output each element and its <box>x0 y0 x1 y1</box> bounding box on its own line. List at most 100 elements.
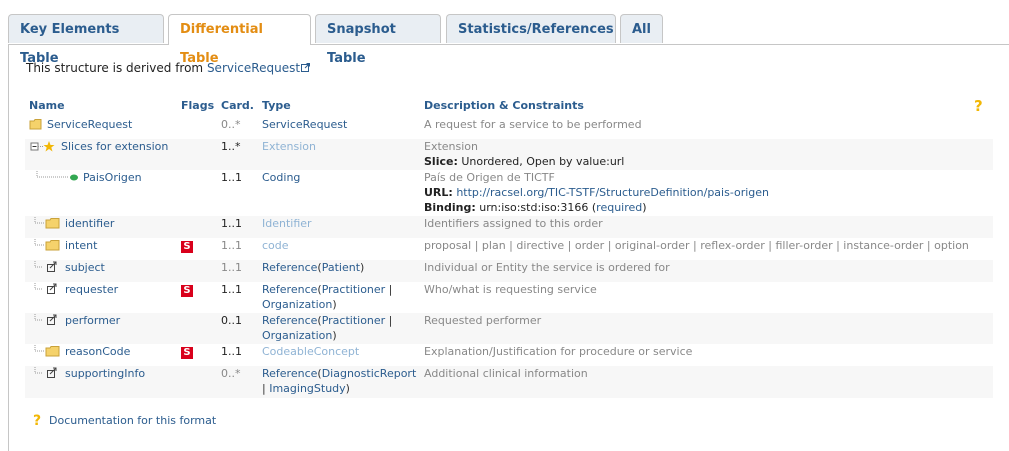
element-name[interactable]: ServiceRequest <box>47 118 132 131</box>
type-separator: | <box>385 283 393 296</box>
table-header: Name Flags Card. Type Description & Cons… <box>25 93 993 117</box>
table-row: PaisOrigen 1..1 Coding País de Origen de… <box>25 170 993 216</box>
derived-prefix: This structure is derived from <box>26 61 207 75</box>
folder-icon <box>34 239 60 251</box>
table-row: identifier 1..1 Identifier Identifiers a… <box>25 216 993 238</box>
differential-table: Name Flags Card. Type Description & Cons… <box>25 93 993 398</box>
element-name[interactable]: requester <box>65 283 118 296</box>
reference-icon <box>34 314 57 325</box>
type-link[interactable]: Extension <box>262 140 316 153</box>
type-cell: Reference(DiagnosticReport | ImagingStudy… <box>258 366 420 398</box>
element-name[interactable]: Slices for extension <box>61 140 168 153</box>
desc-short: País de Origen de TICTF <box>424 171 555 184</box>
type-target-link[interactable]: ImagingStudy <box>269 382 345 395</box>
card-cell: 1..1 <box>221 283 242 296</box>
type-target-link[interactable]: Practitioner <box>322 283 385 296</box>
svg-text:?: ? <box>974 98 983 113</box>
type-cell: Identifier <box>258 216 420 238</box>
description-cell: Explanation/Justification for procedure … <box>424 345 693 358</box>
table-row: supportingInfo 0..* Reference(Diagnostic… <box>25 366 993 398</box>
type-cell: Reference(Practitioner | Organization) <box>258 313 420 344</box>
description-cell: Additional clinical information <box>424 367 588 380</box>
element-name[interactable]: performer <box>65 314 120 327</box>
type-target-link[interactable]: Patient <box>322 261 360 274</box>
reference-icon <box>34 283 57 294</box>
must-support-flag: S <box>181 241 193 253</box>
type-link[interactable]: Identifier <box>262 217 312 230</box>
tab-all[interactable]: All <box>620 14 663 43</box>
type-link[interactable]: ServiceRequest <box>262 118 347 131</box>
url-link[interactable]: http://racsel.org/TIC-TSTF/StructureDefi… <box>456 186 769 199</box>
derived-link[interactable]: ServiceRequest <box>207 61 300 75</box>
flags-cell <box>177 366 217 398</box>
slice-tree-icon <box>30 141 55 152</box>
name-cell: identifier <box>25 216 177 238</box>
type-link[interactable]: code <box>262 239 289 252</box>
header-flags: Flags <box>181 98 215 112</box>
flags-cell <box>177 313 217 344</box>
type-target-link[interactable]: Practitioner <box>322 314 385 327</box>
external-link-icon <box>301 63 311 72</box>
description-cell: Requested performer <box>424 314 542 327</box>
card-cell: 1..1 <box>221 217 242 230</box>
header-card: Card. <box>221 98 254 112</box>
element-name[interactable]: reasonCode <box>65 345 130 358</box>
type-target-link[interactable]: Organization <box>262 298 332 311</box>
folder-icon <box>29 119 42 130</box>
documentation-link[interactable]: Documentation for this format <box>49 414 216 427</box>
description-cell: proposal | plan | directive | order | or… <box>424 239 969 252</box>
name-cell: PaisOrigen <box>25 170 177 216</box>
type-cell: Coding <box>258 170 420 216</box>
must-support-flag: S <box>181 285 193 297</box>
binding-strength-link[interactable]: required <box>596 201 642 214</box>
element-name[interactable]: intent <box>65 239 97 252</box>
type-cell: Extension <box>258 139 420 170</box>
table-row: performer 0..1 Reference(Practitioner | O… <box>25 313 993 344</box>
type-cell: Reference(Practitioner | Organization) <box>258 282 420 313</box>
element-name[interactable]: identifier <box>65 217 114 230</box>
name-cell: ServiceRequest <box>25 117 177 139</box>
type-target-link[interactable]: Organization <box>262 329 332 342</box>
table-row: requester S 1..1 Reference(Practitioner … <box>25 282 993 313</box>
tab-statistics[interactable]: Statistics/References <box>446 14 616 43</box>
flags-cell <box>177 139 217 170</box>
type-link[interactable]: Reference <box>262 367 317 380</box>
type-cell: ServiceRequest <box>258 117 420 139</box>
card-cell: 0..1 <box>221 314 242 327</box>
name-cell: performer <box>25 313 177 344</box>
slice-label: Slice: <box>424 155 458 168</box>
type-link[interactable]: Coding <box>262 171 300 184</box>
binding-end: ) <box>642 201 647 214</box>
description-cell: A request for a service to be performed <box>424 118 642 131</box>
header-description-label: Description & Constraints <box>424 98 584 112</box>
element-name[interactable]: supportingInfo <box>65 367 145 380</box>
reference-icon <box>34 367 57 378</box>
table-row: reasonCode S 1..1 CodeableConcept Explan… <box>25 344 993 366</box>
reference-icon <box>34 261 57 272</box>
element-name[interactable]: PaisOrigen <box>83 171 142 184</box>
card-cell: 1..1 <box>221 239 242 252</box>
type-link[interactable]: CodeableConcept <box>262 345 359 358</box>
folder-icon <box>34 217 60 229</box>
help-icon[interactable]: ? <box>973 98 987 113</box>
name-cell: intent <box>25 238 177 260</box>
flags-cell <box>177 216 217 238</box>
flags-cell: S <box>177 344 217 366</box>
table-row: intent S 1..1 code proposal | plan | dir… <box>25 238 993 260</box>
type-link[interactable]: Reference <box>262 261 317 274</box>
tab-snapshot[interactable]: Snapshot Table <box>315 14 441 66</box>
tab-key-elements[interactable]: Key Elements Table <box>8 14 164 66</box>
name-cell: subject <box>25 260 177 282</box>
type-separator: | <box>385 314 393 327</box>
type-link[interactable]: Reference <box>262 283 317 296</box>
tab-bar: Key Elements Table Differential Table Sn… <box>8 14 1009 66</box>
documentation-link-row: ? Documentation for this format <box>32 413 216 429</box>
card-cell: 1..1 <box>221 171 242 184</box>
tab-differential[interactable]: Differential Table <box>168 14 311 66</box>
svg-text:?: ? <box>33 413 41 427</box>
type-link[interactable]: Reference <box>262 314 317 327</box>
flags-cell <box>177 170 217 216</box>
type-target-link[interactable]: DiagnosticReport <box>322 367 417 380</box>
element-name[interactable]: subject <box>65 261 105 274</box>
type-paren: ) <box>345 382 350 395</box>
